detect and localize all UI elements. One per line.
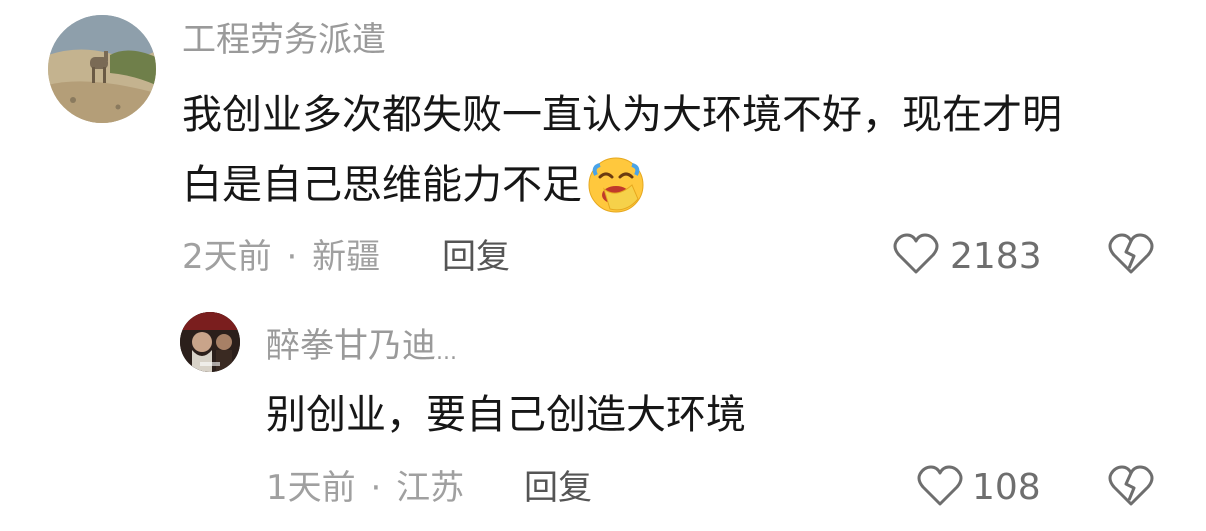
heart-outline-icon xyxy=(893,232,939,276)
reply-location: 江苏 xyxy=(396,468,465,508)
reply-like-count: 108 xyxy=(972,467,1041,508)
comment-text-line-1: 我创业多次都失败一直认为大环境不好，现在才明 xyxy=(182,92,1062,138)
reply-like-button[interactable] xyxy=(917,464,963,508)
comment-time: 2天前 xyxy=(182,237,272,277)
laughing-emoji-icon xyxy=(586,155,646,215)
reply-reply-button[interactable]: 回复 xyxy=(524,466,592,510)
broken-heart-outline-icon xyxy=(1108,464,1154,508)
reply-text: 别创业，要自己创造大环境 xyxy=(266,392,746,438)
like-count: 2183 xyxy=(950,236,1042,277)
desert-camel-photo xyxy=(48,15,156,123)
reply-user-avatar[interactable] xyxy=(180,312,240,372)
comment-username[interactable]: 工程劳务派遣 xyxy=(182,18,386,62)
broken-heart-outline-icon xyxy=(1108,232,1154,276)
reply-meta: 1天前 · 江苏 xyxy=(266,466,464,510)
reply-username[interactable]: 醉拳甘乃迪 xyxy=(266,324,436,368)
comment-text-line-2: 白是自己思维能力不足 xyxy=(182,162,582,208)
meta-separator: · xyxy=(370,468,382,508)
reply-username-wrap[interactable]: 醉拳甘乃迪 ... xyxy=(266,324,457,368)
movie-still-photo xyxy=(180,312,240,372)
reply-time: 1天前 xyxy=(266,468,356,508)
heart-outline-icon xyxy=(917,464,963,508)
comment-text-line-2-wrap: 白是自己思维能力不足 xyxy=(182,150,646,220)
user-avatar[interactable] xyxy=(48,15,156,123)
reply-button[interactable]: 回复 xyxy=(442,235,510,279)
like-button[interactable] xyxy=(893,232,939,276)
dislike-button[interactable] xyxy=(1108,232,1154,276)
reply-dislike-button[interactable] xyxy=(1108,464,1154,508)
comment-meta: 2天前 · 新疆 xyxy=(182,235,380,279)
meta-separator: · xyxy=(286,237,298,277)
username-truncation: ... xyxy=(436,340,457,365)
comment-location: 新疆 xyxy=(312,237,381,277)
